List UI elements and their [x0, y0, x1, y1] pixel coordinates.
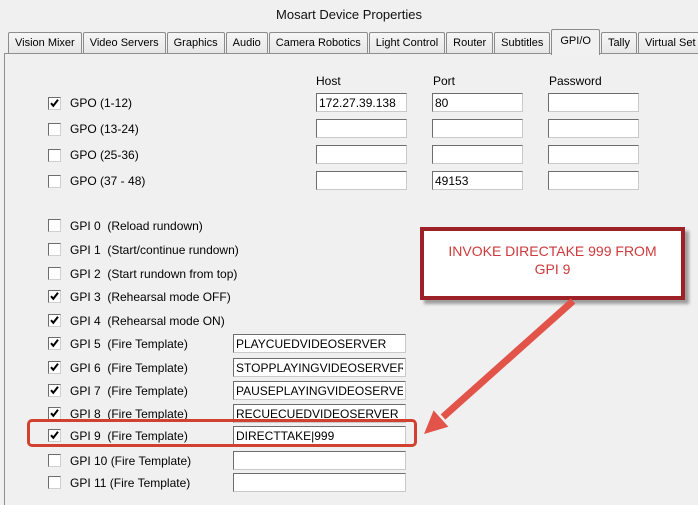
gpi-row-8: GPI 8 (Fire Template) [0, 404, 698, 424]
row-label: GPI 2 (Start rundown from top) [70, 264, 237, 284]
tab-bar: Vision MixerVideo ServersGraphicsAudioCa… [8, 32, 698, 53]
gpi-8-template-input[interactable] [233, 404, 406, 423]
password-column-header: Password [549, 74, 602, 88]
gpi-row-5: GPI 5 (Fire Template) [0, 334, 698, 354]
annotation-callout: INVOKE DIRECTAKE 999 FROM GPI 9 [420, 227, 685, 300]
gpi-10-checkbox[interactable] [48, 454, 61, 467]
gpi-9-template-input[interactable] [233, 426, 406, 445]
gpo-row-2: GPO (25-36) [0, 145, 698, 165]
tab-audio[interactable]: Audio [226, 32, 268, 53]
gpo-row-2-port-input[interactable] [432, 145, 523, 164]
gpo-row-1-checkbox[interactable] [48, 123, 61, 136]
tab-gpi-o[interactable]: GPI/O [551, 29, 600, 55]
tab-camera-robotics[interactable]: Camera Robotics [269, 32, 368, 53]
gpi-3-checkbox[interactable] [48, 290, 61, 303]
gpo-row-0-checkbox[interactable] [48, 97, 61, 110]
row-label: GPI 8 (Fire Template) [70, 404, 188, 424]
row-label: GPI 4 (Rehearsal mode ON) [70, 311, 225, 331]
tab-tally[interactable]: Tally [601, 32, 637, 53]
gpo-row-0-password-input[interactable] [548, 93, 639, 112]
gpo-row-3-password-input[interactable] [548, 171, 639, 190]
row-label: GPI 11 (Fire Template) [70, 473, 190, 493]
row-label: GPI 3 (Rehearsal mode OFF) [70, 287, 231, 307]
checkmark-icon [49, 315, 60, 326]
row-label: GPI 10 (Fire Template) [70, 451, 191, 471]
row-label: GPI 0 (Reload rundown) [70, 216, 203, 236]
gpi-6-checkbox[interactable] [48, 361, 61, 374]
checkmark-icon [49, 408, 60, 419]
gpi-row-9: GPI 9 (Fire Template) [0, 426, 698, 446]
port-column-header: Port [433, 74, 455, 88]
row-label: GPI 9 (Fire Template) [70, 426, 188, 446]
tab-video-servers[interactable]: Video Servers [83, 32, 166, 53]
gpi-5-template-input[interactable] [233, 334, 406, 353]
tab-virtual-set[interactable]: Virtual Set [638, 32, 698, 53]
gpi-11-template-input[interactable] [233, 473, 406, 492]
row-label: GPO (13-24) [70, 119, 139, 139]
tab-vision-mixer[interactable]: Vision Mixer [8, 32, 82, 53]
row-label: GPI 6 (Fire Template) [70, 358, 188, 378]
row-label: GPO (37 - 48) [70, 171, 145, 191]
gpo-row-1-password-input[interactable] [548, 119, 639, 138]
gpi-2-checkbox[interactable] [48, 267, 61, 280]
gpi-row-6: GPI 6 (Fire Template) [0, 358, 698, 378]
gpo-row-2-host-input[interactable] [316, 145, 407, 164]
gpi-9-checkbox[interactable] [48, 429, 61, 442]
gpo-row-1-port-input[interactable] [432, 119, 523, 138]
row-label: GPI 7 (Fire Template) [70, 381, 188, 401]
gpi-row-4: GPI 4 (Rehearsal mode ON) [0, 311, 698, 331]
gpi-7-checkbox[interactable] [48, 384, 61, 397]
checkmark-icon [49, 385, 60, 396]
gpi-row-7: GPI 7 (Fire Template) [0, 381, 698, 401]
checkmark-icon [49, 430, 60, 441]
annotation-callout-text: INVOKE DIRECTAKE 999 FROM GPI 9 [439, 242, 667, 278]
host-column-header: Host [316, 74, 341, 88]
checkmark-icon [49, 291, 60, 302]
gpo-row-3: GPO (37 - 48) [0, 171, 698, 191]
gpo-row-0-port-input[interactable] [432, 93, 523, 112]
gpo-row-1-host-input[interactable] [316, 119, 407, 138]
gpi-8-checkbox[interactable] [48, 407, 61, 420]
checkmark-icon [49, 98, 60, 109]
checkmark-icon [49, 338, 60, 349]
gpi-4-checkbox[interactable] [48, 314, 61, 327]
gpo-row-1: GPO (13-24) [0, 119, 698, 139]
gpi-row-11: GPI 11 (Fire Template) [0, 473, 698, 493]
gpi-row-10: GPI 10 (Fire Template) [0, 451, 698, 471]
window-title: Mosart Device Properties [0, 7, 698, 22]
gpi-0-checkbox[interactable] [48, 219, 61, 232]
row-label: GPI 5 (Fire Template) [70, 334, 188, 354]
row-label: GPO (25-36) [70, 145, 139, 165]
gpo-row-3-host-input[interactable] [316, 171, 407, 190]
checkmark-icon [49, 362, 60, 373]
gpo-row-2-checkbox[interactable] [48, 149, 61, 162]
gpi-6-template-input[interactable] [233, 358, 406, 377]
tab-light-control[interactable]: Light Control [369, 32, 445, 53]
tab-subtitles[interactable]: Subtitles [494, 32, 550, 53]
gpo-row-3-checkbox[interactable] [48, 175, 61, 188]
tab-router[interactable]: Router [446, 32, 493, 53]
gpi-5-checkbox[interactable] [48, 337, 61, 350]
gpi-1-checkbox[interactable] [48, 243, 61, 256]
gpi-10-template-input[interactable] [233, 451, 406, 470]
gpi-7-template-input[interactable] [233, 381, 406, 400]
gpo-row-0: GPO (1-12) [0, 93, 698, 113]
tab-graphics[interactable]: Graphics [167, 32, 225, 53]
gpo-row-3-port-input[interactable] [432, 171, 523, 190]
row-label: GPI 1 (Start/continue rundown) [70, 240, 239, 260]
gpi-11-checkbox[interactable] [48, 476, 61, 489]
row-label: GPO (1-12) [70, 93, 132, 113]
gpo-row-0-host-input[interactable] [316, 93, 407, 112]
gpo-row-2-password-input[interactable] [548, 145, 639, 164]
